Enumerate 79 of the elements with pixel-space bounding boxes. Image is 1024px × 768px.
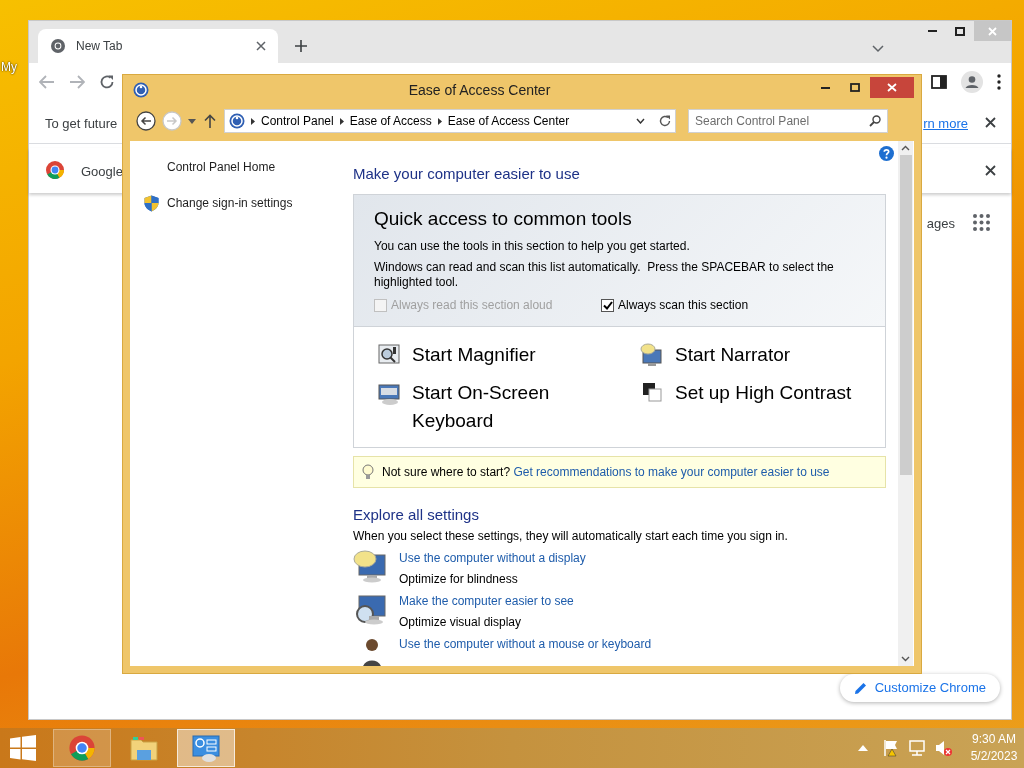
more-menu-icon[interactable] bbox=[997, 74, 1001, 90]
breadcrumb-item[interactable]: Ease of Access bbox=[349, 112, 432, 130]
flag-icon[interactable] bbox=[882, 739, 900, 757]
minimize-icon[interactable] bbox=[820, 86, 830, 89]
setting-description: Optimize for blindness bbox=[399, 570, 519, 588]
checkbox[interactable] bbox=[601, 298, 614, 312]
learn-more-link[interactable]: rn more bbox=[923, 114, 968, 134]
breadcrumb-item[interactable]: Ease of Access Center bbox=[447, 112, 570, 130]
window-title: Ease of Access Center bbox=[407, 80, 552, 100]
search-icon[interactable] bbox=[869, 115, 881, 127]
plus-icon[interactable] bbox=[294, 39, 308, 53]
sidebar-icon[interactable] bbox=[931, 75, 947, 89]
windows-logo-icon[interactable] bbox=[10, 735, 36, 761]
infobar-text: To get future bbox=[45, 115, 118, 133]
scrollbar[interactable] bbox=[898, 141, 913, 666]
section-heading: Make your computer easier to use bbox=[353, 164, 581, 184]
close-icon[interactable] bbox=[985, 117, 996, 128]
paragraph: Windows can read and scan this list automatically. Press the SPACEBAR to select the highlighted tool. bbox=[374, 260, 835, 290]
logo-icon bbox=[45, 160, 65, 180]
paragraph: You can use the tools in this section to help you get started. bbox=[374, 239, 691, 254]
setting-link[interactable]: Use the computer without a display bbox=[399, 548, 586, 567]
section-heading: Explore all settings bbox=[353, 505, 480, 525]
sidebar-link[interactable]: Change sign-in settings bbox=[167, 194, 293, 212]
chevron-down-icon[interactable] bbox=[636, 118, 645, 124]
setting-link[interactable]: Make the computer easier to see bbox=[399, 591, 574, 610]
control-panel-icon bbox=[191, 734, 221, 762]
breadcrumb-item[interactable]: Control Panel bbox=[261, 112, 334, 130]
checkbox-label: Always scan this section bbox=[618, 297, 749, 314]
folder-icon bbox=[129, 734, 159, 762]
shield-icon bbox=[144, 194, 159, 212]
chevron-right-icon bbox=[437, 117, 442, 125]
chevron-right-icon bbox=[251, 117, 255, 125]
close-icon bbox=[887, 83, 897, 92]
maximize-icon[interactable] bbox=[850, 83, 860, 92]
checkbox-label: Always read this section aloud bbox=[391, 297, 553, 314]
narrator-icon bbox=[639, 342, 665, 368]
browser-tab[interactable]: New Tab bbox=[38, 29, 278, 63]
logo-icon bbox=[50, 38, 66, 54]
chevron-right-icon bbox=[339, 117, 344, 125]
close-icon bbox=[988, 26, 997, 36]
address-bar[interactable]: Control Panel Ease of Access Ease of Access Center bbox=[224, 109, 676, 133]
notice-text: Google bbox=[81, 163, 123, 181]
close-icon[interactable] bbox=[985, 165, 996, 176]
tool-link[interactable]: Set up High Contrast bbox=[675, 379, 852, 407]
panel-title: Quick access to common tools bbox=[374, 206, 633, 231]
recommendations-link[interactable]: Get recommendations to make your computer easier to use bbox=[513, 465, 830, 479]
close-icon[interactable] bbox=[256, 41, 266, 51]
lightbulb-icon bbox=[362, 464, 374, 480]
maximize-icon[interactable] bbox=[955, 26, 965, 36]
apps-grid-icon[interactable] bbox=[973, 214, 990, 231]
shortcut-label[interactable]: ages bbox=[926, 214, 955, 234]
tool-link[interactable]: Start Magnifier bbox=[412, 341, 536, 369]
description-text: When you select these settings, they will automatically start each time you sign in. bbox=[353, 527, 789, 545]
customize-button[interactable]: Customize Chrome bbox=[839, 674, 1000, 702]
taskbar-button[interactable] bbox=[177, 729, 235, 767]
control-panel-icon bbox=[229, 113, 245, 129]
refresh-icon[interactable] bbox=[659, 115, 671, 127]
tool-link[interactable]: Start Narrator bbox=[675, 341, 791, 369]
search-field[interactable]: Search Control Panel bbox=[688, 109, 888, 133]
tool-link[interactable]: Start On-Screen Keyboard bbox=[412, 379, 592, 435]
tip-text: Not sure where to start? Get recommendations to make your computer easier to use bbox=[382, 464, 830, 481]
scroll-up-icon[interactable] bbox=[901, 145, 910, 151]
help-icon[interactable] bbox=[879, 146, 894, 161]
up-arrow-icon[interactable] bbox=[204, 114, 216, 128]
profile-icon[interactable] bbox=[961, 71, 983, 93]
pencil-icon bbox=[853, 681, 867, 695]
close-button[interactable] bbox=[870, 77, 914, 98]
taskbar-button[interactable] bbox=[53, 729, 111, 767]
dropdown-arrow-icon[interactable] bbox=[188, 118, 196, 124]
scrollbar-thumb[interactable] bbox=[899, 155, 912, 475]
logo-icon bbox=[67, 734, 97, 762]
minimize-icon[interactable] bbox=[927, 30, 937, 32]
scroll-down-icon[interactable] bbox=[901, 656, 910, 662]
setting-link[interactable]: Use the computer without a mouse or keyboard bbox=[399, 634, 652, 653]
setting-description: Optimize visual display bbox=[399, 613, 523, 631]
sidebar-link[interactable]: Control Panel Home bbox=[167, 158, 276, 176]
reload-icon[interactable] bbox=[99, 74, 115, 90]
speaker-muted-icon[interactable] bbox=[934, 739, 952, 757]
app-icon bbox=[133, 82, 149, 98]
